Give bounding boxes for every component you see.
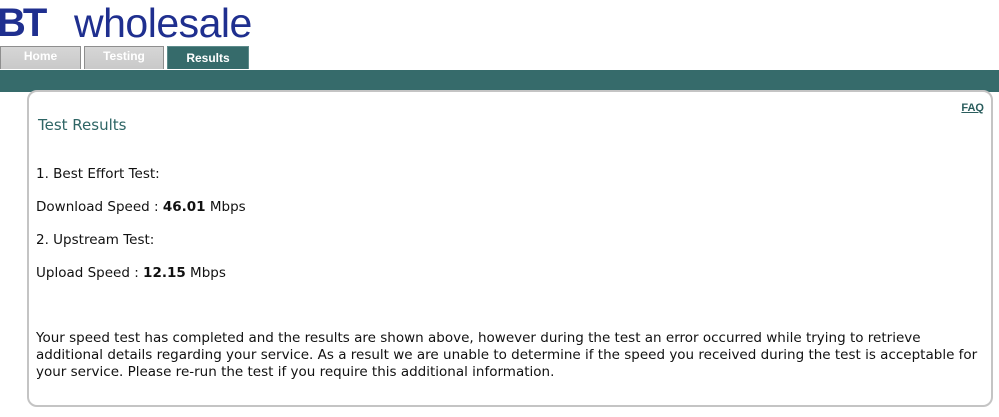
upload-speed-row: Upload Speed : 12.15 Mbps <box>36 265 226 281</box>
logo-wholesale-text: wholesale <box>74 0 252 46</box>
tab-results[interactable]: Results <box>167 46 249 69</box>
download-speed-value: 46.01 <box>162 199 206 215</box>
download-speed-label: Download Speed : <box>36 199 163 215</box>
upload-speed-value: 12.15 <box>143 265 186 281</box>
tab-home[interactable]: Home <box>0 46 81 69</box>
results-panel: FAQ Test Results 1. Best Effort Test: Do… <box>27 90 993 407</box>
best-effort-heading: 1. Best Effort Test: <box>36 166 160 182</box>
download-speed-row: Download Speed : 46.01 Mbps <box>36 199 246 215</box>
upload-speed-label: Upload Speed : <box>36 265 144 281</box>
header-band <box>0 70 999 92</box>
upload-speed-unit: Mbps <box>185 265 226 281</box>
upstream-heading: 2. Upstream Test: <box>36 232 155 248</box>
bt-wholesale-logo: BT wholesale <box>0 0 270 46</box>
download-speed-unit: Mbps <box>205 199 246 215</box>
tab-testing[interactable]: Testing <box>84 46 164 69</box>
logo-bt-text: BT <box>0 1 47 45</box>
page-title: Test Results <box>38 116 127 134</box>
faq-link[interactable]: FAQ <box>961 102 984 114</box>
status-message: Your speed test has completed and the re… <box>36 330 978 380</box>
